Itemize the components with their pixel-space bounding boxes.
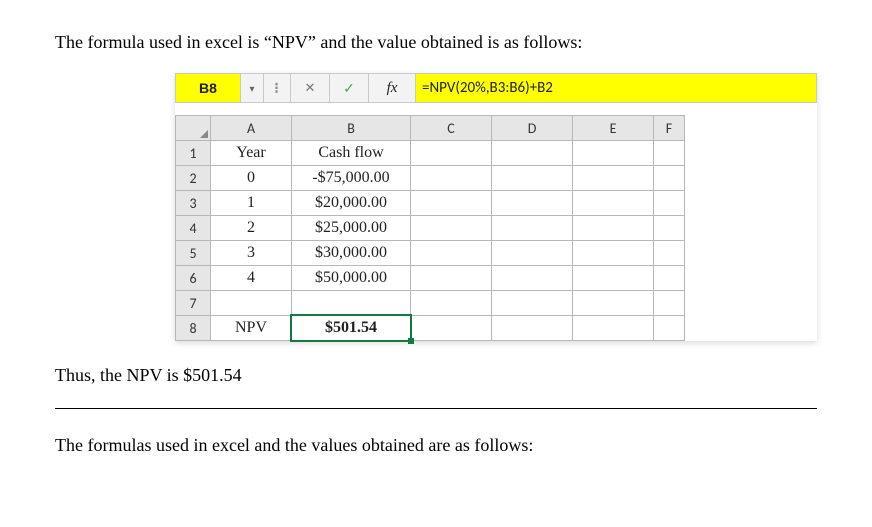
col-header-F[interactable]: F — [654, 116, 685, 141]
cell-B2[interactable]: -$75,000.00 — [292, 166, 411, 191]
name-box[interactable]: B8 — [176, 74, 241, 102]
row-5: 5 3 $30,000.00 — [176, 241, 685, 266]
cell-B1[interactable]: Cash flow — [292, 141, 411, 166]
row-7: 7 — [176, 291, 685, 316]
cell-F3[interactable] — [654, 191, 685, 216]
conclusion-text: Thus, the NPV is $501.54 — [55, 363, 817, 388]
cell-D7[interactable] — [492, 291, 573, 316]
footer-text: The formulas used in excel and the value… — [55, 433, 817, 458]
cell-B3[interactable]: $20,000.00 — [292, 191, 411, 216]
row-8: 8 NPV $501.54 — [176, 316, 685, 341]
formula-bar-menu-icon[interactable]: ⁝ — [264, 74, 291, 102]
cell-C8[interactable] — [411, 316, 492, 341]
select-all-corner[interactable] — [176, 116, 211, 141]
cell-D2[interactable] — [492, 166, 573, 191]
col-header-E[interactable]: E — [573, 116, 654, 141]
cell-B4[interactable]: $25,000.00 — [292, 216, 411, 241]
col-header-B[interactable]: B — [292, 116, 411, 141]
cell-A8[interactable]: NPV — [211, 316, 292, 341]
cell-A2[interactable]: 0 — [211, 166, 292, 191]
row-2: 2 0 -$75,000.00 — [176, 166, 685, 191]
row-header-1[interactable]: 1 — [176, 141, 211, 166]
fx-icon[interactable]: fx — [369, 74, 416, 102]
formula-input[interactable]: =NPV(20%,B3:B6)+B2 — [416, 74, 816, 102]
row-header-4[interactable]: 4 — [176, 216, 211, 241]
row-header-5[interactable]: 5 — [176, 241, 211, 266]
cancel-icon[interactable]: ✕ — [291, 74, 330, 102]
cell-E7[interactable] — [573, 291, 654, 316]
cell-A4[interactable]: 2 — [211, 216, 292, 241]
row-4: 4 2 $25,000.00 — [176, 216, 685, 241]
cell-F4[interactable] — [654, 216, 685, 241]
cell-F1[interactable] — [654, 141, 685, 166]
cell-C5[interactable] — [411, 241, 492, 266]
cell-A3[interactable]: 1 — [211, 191, 292, 216]
cell-C1[interactable] — [411, 141, 492, 166]
cell-B8-value: $501.54 — [325, 319, 377, 336]
spreadsheet-grid: A B C D E F 1 Year Cash flow 2 0 -$75,00… — [175, 115, 685, 341]
cell-E1[interactable] — [573, 141, 654, 166]
cell-A6[interactable]: 4 — [211, 266, 292, 291]
cell-C6[interactable] — [411, 266, 492, 291]
cell-D3[interactable] — [492, 191, 573, 216]
col-header-A[interactable]: A — [211, 116, 292, 141]
excel-screenshot: B8 ▾ ⁝ ✕ ✓ fx =NPV(20%,B3:B6)+B2 A B C D… — [175, 73, 817, 341]
cell-D1[interactable] — [492, 141, 573, 166]
row-header-6[interactable]: 6 — [176, 266, 211, 291]
row-header-3[interactable]: 3 — [176, 191, 211, 216]
cell-F8[interactable] — [654, 316, 685, 341]
row-header-8[interactable]: 8 — [176, 316, 211, 341]
cell-A5[interactable]: 3 — [211, 241, 292, 266]
cell-B8-selected[interactable]: $501.54 — [292, 316, 411, 341]
intro-text: The formula used in excel is “NPV” and t… — [55, 30, 817, 55]
col-header-D[interactable]: D — [492, 116, 573, 141]
row-header-7[interactable]: 7 — [176, 291, 211, 316]
cell-E2[interactable] — [573, 166, 654, 191]
row-3: 3 1 $20,000.00 — [176, 191, 685, 216]
cell-C4[interactable] — [411, 216, 492, 241]
cell-E6[interactable] — [573, 266, 654, 291]
cell-F7[interactable] — [654, 291, 685, 316]
row-6: 6 4 $50,000.00 — [176, 266, 685, 291]
col-header-C[interactable]: C — [411, 116, 492, 141]
cell-B6[interactable]: $50,000.00 — [292, 266, 411, 291]
section-divider — [55, 408, 817, 409]
cell-B7[interactable] — [292, 291, 411, 316]
cell-F6[interactable] — [654, 266, 685, 291]
cell-E3[interactable] — [573, 191, 654, 216]
row-1: 1 Year Cash flow — [176, 141, 685, 166]
cell-D6[interactable] — [492, 266, 573, 291]
cell-C2[interactable] — [411, 166, 492, 191]
cell-E4[interactable] — [573, 216, 654, 241]
cell-B5[interactable]: $30,000.00 — [292, 241, 411, 266]
cell-A1[interactable]: Year — [211, 141, 292, 166]
cell-D5[interactable] — [492, 241, 573, 266]
cell-C7[interactable] — [411, 291, 492, 316]
formula-bar: B8 ▾ ⁝ ✕ ✓ fx =NPV(20%,B3:B6)+B2 — [175, 73, 817, 103]
cell-C3[interactable] — [411, 191, 492, 216]
cell-F2[interactable] — [654, 166, 685, 191]
cell-F5[interactable] — [654, 241, 685, 266]
name-box-dropdown-icon[interactable]: ▾ — [241, 74, 264, 102]
enter-icon[interactable]: ✓ — [330, 74, 369, 102]
cell-A7[interactable] — [211, 291, 292, 316]
cell-D4[interactable] — [492, 216, 573, 241]
cell-D8[interactable] — [492, 316, 573, 341]
row-header-2[interactable]: 2 — [176, 166, 211, 191]
cell-E5[interactable] — [573, 241, 654, 266]
cell-E8[interactable] — [573, 316, 654, 341]
